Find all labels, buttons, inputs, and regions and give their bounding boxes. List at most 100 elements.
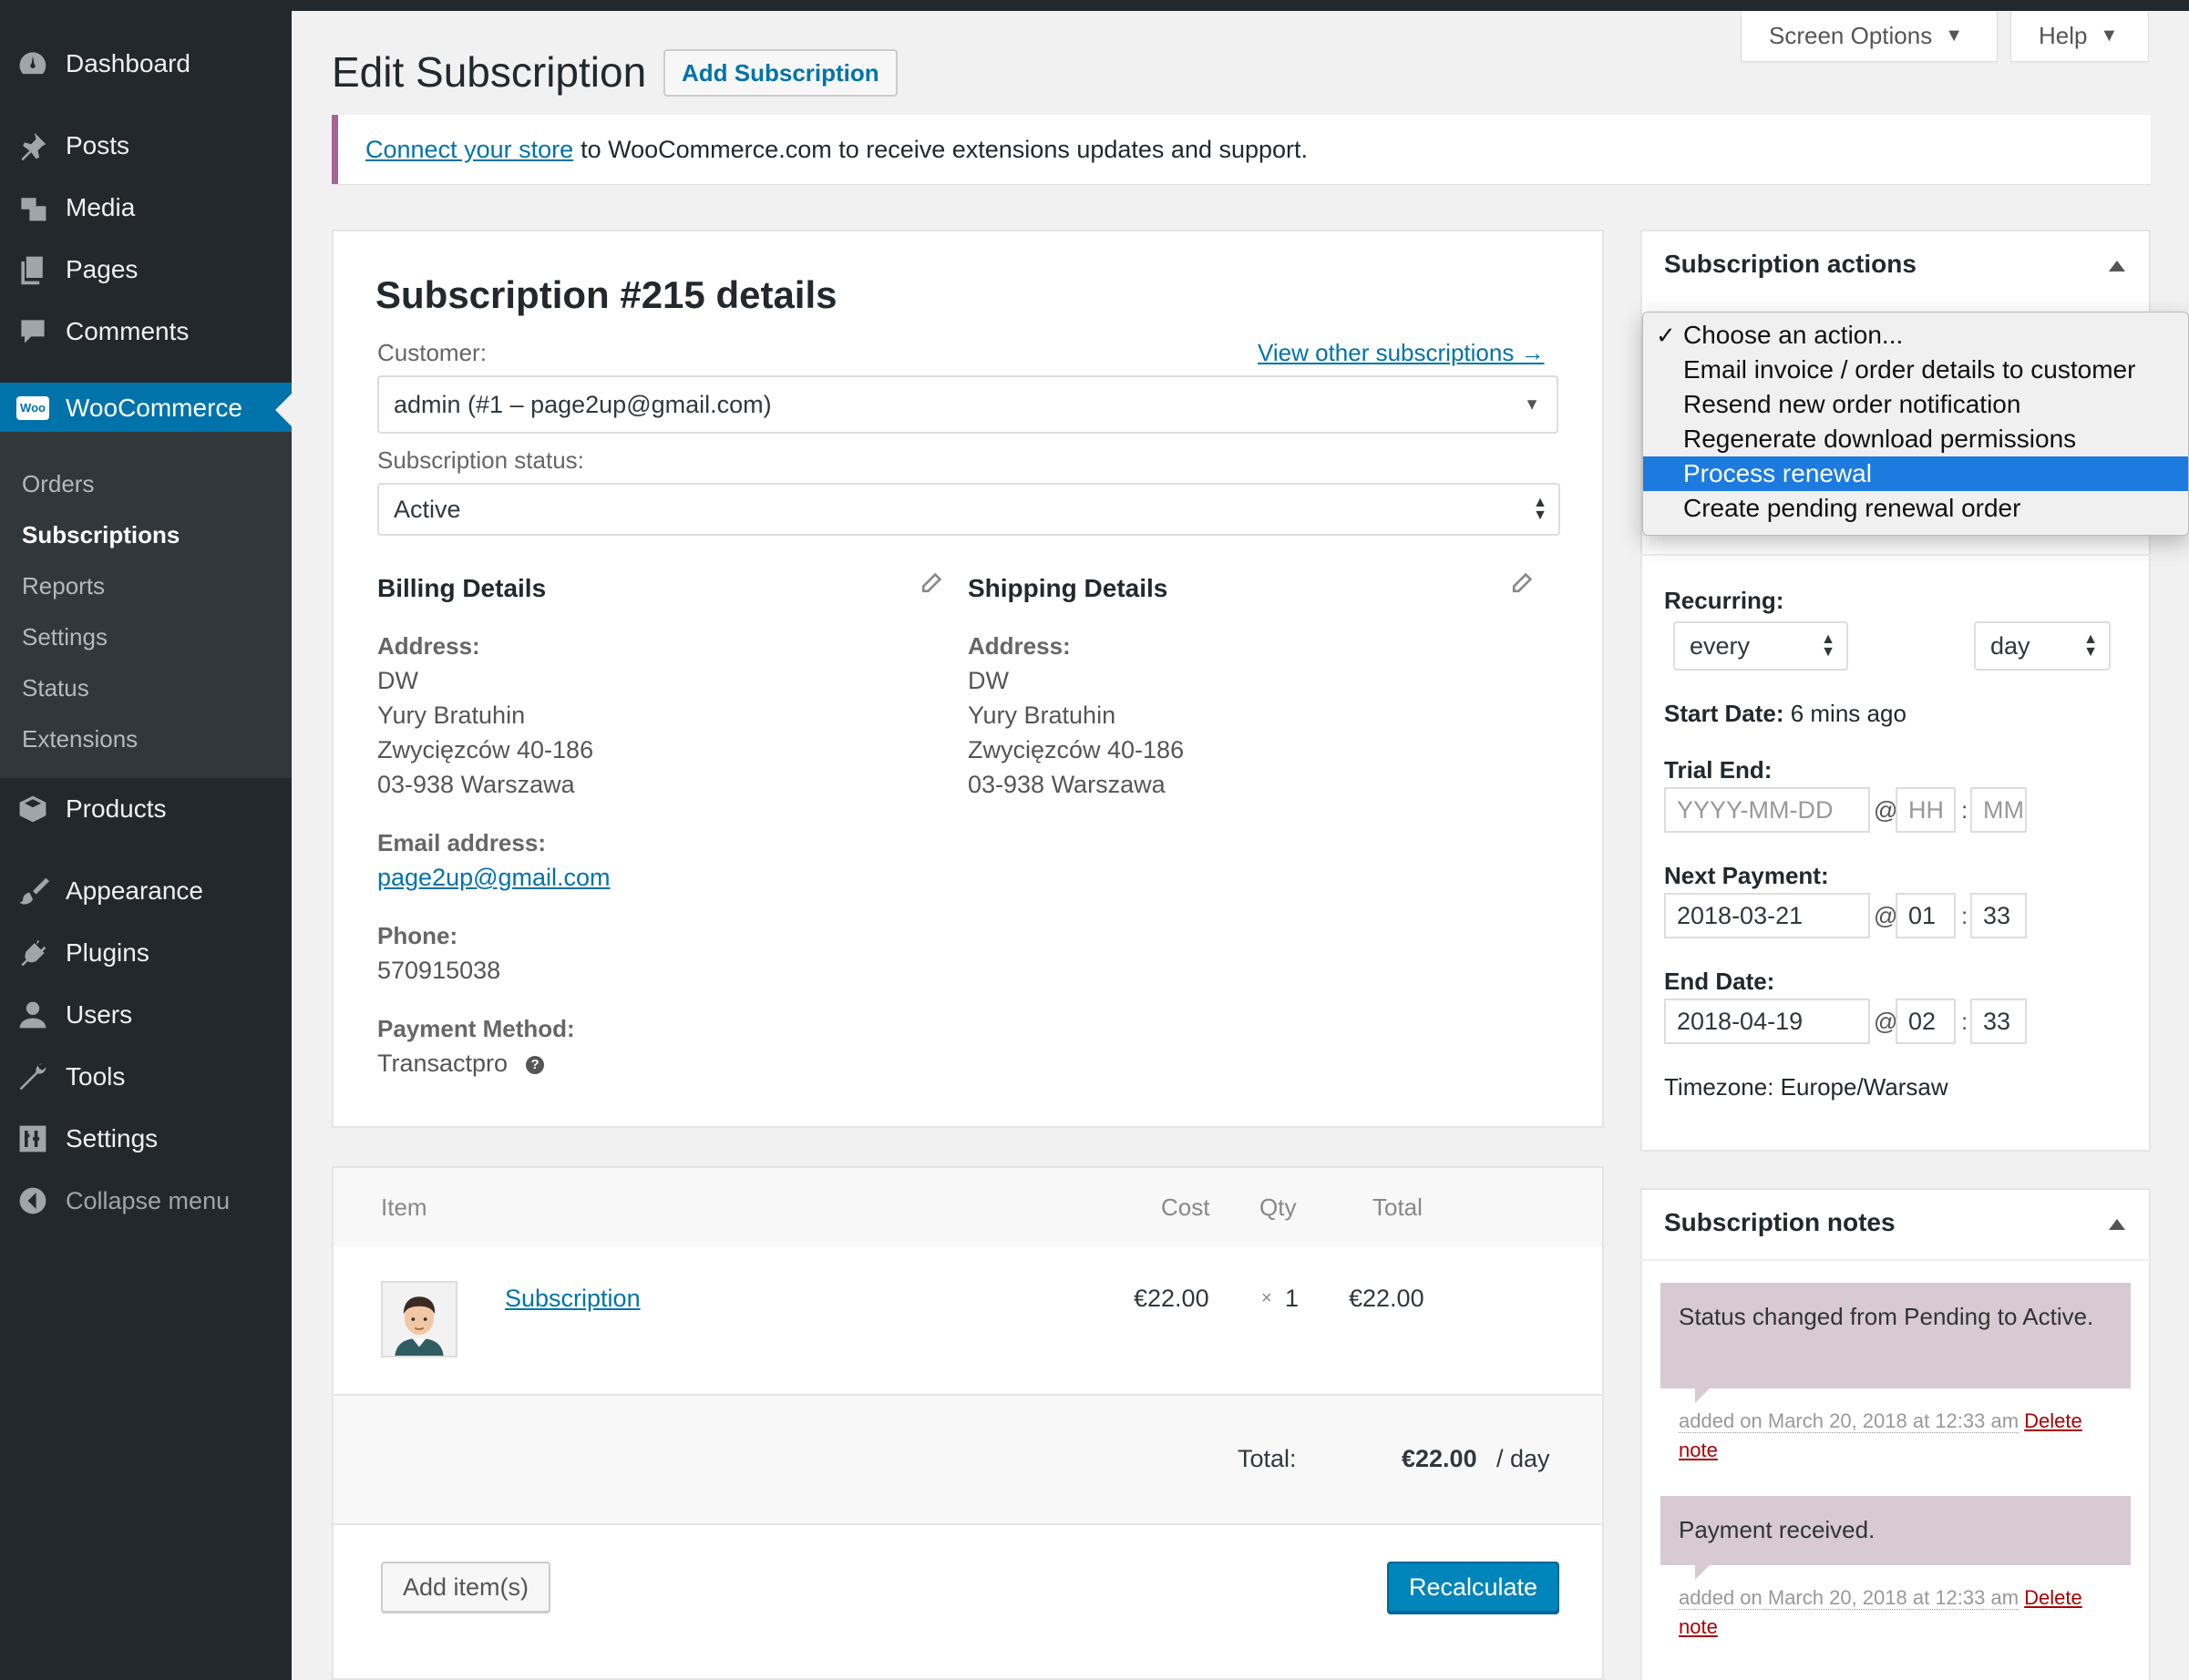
menu-pages[interactable]: Pages xyxy=(0,246,292,293)
billing-interval-value: every xyxy=(1690,631,1751,660)
note-meta: added on March 20, 2018 at 12:33 am Dele… xyxy=(1679,1583,2134,1642)
settings-sliders-icon xyxy=(0,1122,66,1155)
email-address-label: Email address: xyxy=(377,829,546,856)
connect-store-link[interactable]: Connect your store xyxy=(365,136,573,164)
edit-shipping-pencil-icon[interactable] xyxy=(1509,572,1533,596)
trial-end-label: Trial End: xyxy=(1664,756,1773,784)
collapse-menu-label: Collapse menu xyxy=(66,1186,231,1214)
timezone-text: Timezone: Europe/Warsaw xyxy=(1664,1073,1948,1101)
item-qty: 1 xyxy=(1285,1285,1300,1312)
edit-billing-pencil-icon[interactable] xyxy=(919,572,942,596)
current-menu-arrow xyxy=(275,394,292,426)
menu-plugins[interactable]: Plugins xyxy=(0,929,292,977)
caret-down-icon: ▼ xyxy=(1945,26,1964,46)
end-date-minute-input[interactable]: 33 xyxy=(1970,999,2027,1044)
start-date-row: Start Date: 6 mins ago xyxy=(1664,700,1906,728)
menu-comments-label: Comments xyxy=(66,317,190,345)
menu-posts[interactable]: Posts xyxy=(0,122,292,169)
help-button[interactable]: Help ▼ xyxy=(2010,11,2149,62)
comment-icon xyxy=(0,315,66,348)
collapse-arrow-icon xyxy=(0,1184,66,1217)
note-tail xyxy=(1695,1388,1710,1403)
trial-end-minute-input[interactable]: MM xyxy=(1970,787,2027,833)
note-timestamp: added on March 20, 2018 at 12:33 am xyxy=(1679,1409,2019,1433)
shipping-address-label: Address: xyxy=(968,632,1071,660)
qty-column-header: Qty xyxy=(1259,1193,1297,1221)
checkmark-icon: ✓ xyxy=(1656,321,1676,349)
submenu-extensions[interactable]: Extensions xyxy=(22,725,138,753)
billing-email-link[interactable]: page2up@gmail.com xyxy=(377,864,611,892)
avatar-image xyxy=(383,1283,456,1356)
billing-address-line: 03-938 Warszawa xyxy=(377,771,575,798)
billing-interval-select[interactable]: every ▲ ▼ xyxy=(1673,621,1848,671)
page-title: Edit Subscription xyxy=(332,48,647,96)
end-date-hour-input[interactable]: 02 xyxy=(1896,999,1956,1044)
action-option[interactable]: ✓ Choose an action... xyxy=(1643,318,2188,353)
menu-tools[interactable]: Tools xyxy=(0,1053,292,1101)
billing-address-line: Zwycięzców 40-186 xyxy=(377,736,594,763)
menu-products[interactable]: Products xyxy=(0,785,292,833)
subscription-item-link[interactable]: Subscription xyxy=(505,1285,641,1313)
menu-users[interactable]: Users xyxy=(0,991,292,1039)
delete-note-link[interactable]: Delete xyxy=(2024,1586,2082,1609)
menu-appearance[interactable]: Appearance xyxy=(0,867,292,915)
note-meta: added on March 20, 2018 at 12:33 am Dele… xyxy=(1679,1407,2134,1465)
submenu-status[interactable]: Status xyxy=(22,674,89,702)
screen-options-button[interactable]: Screen Options ▼ xyxy=(1741,11,1998,62)
action-option[interactable]: Resend new order notification xyxy=(1643,387,2188,422)
delete-note-link[interactable]: note xyxy=(1679,1615,1718,1638)
submenu-subscriptions[interactable]: Subscriptions xyxy=(22,521,180,549)
subscription-status-select[interactable]: Active ▲ ▼ xyxy=(377,483,1560,536)
updown-arrows-icon: ▲ ▼ xyxy=(1533,495,1547,523)
user-icon xyxy=(0,999,66,1031)
menu-comments[interactable]: Comments xyxy=(0,308,292,355)
notes-divider xyxy=(1640,1259,2151,1261)
billing-period-select[interactable]: day ▲ ▼ xyxy=(1974,621,2111,671)
next-payment-minute-input[interactable]: 33 xyxy=(1970,893,2027,938)
collapse-triangle-icon[interactable] xyxy=(2109,261,2125,271)
at-symbol: @ xyxy=(1874,902,1898,929)
next-payment-hour-input[interactable]: 01 xyxy=(1896,893,1956,938)
menu-settings[interactable]: Settings xyxy=(0,1115,292,1163)
submenu-settings[interactable]: Settings xyxy=(22,623,108,651)
payment-method-value: Transactpro xyxy=(377,1050,509,1077)
delete-note-link[interactable]: note xyxy=(1679,1439,1718,1461)
note-content: Status changed from Pending to Active. xyxy=(1660,1283,2131,1388)
delete-note-link[interactable]: Delete xyxy=(2024,1409,2082,1432)
collapse-triangle-icon[interactable] xyxy=(2109,1219,2125,1230)
menu-woocommerce-label: WooCommerce xyxy=(66,394,242,422)
woocommerce-icon: Woo xyxy=(0,396,66,420)
action-option[interactable]: Email invoice / order details to custome… xyxy=(1643,353,2188,387)
submenu-reports[interactable]: Reports xyxy=(22,572,105,600)
action-option[interactable]: Regenerate download permissions xyxy=(1643,422,2188,456)
customer-select[interactable]: admin (#1 – page2up@gmail.com) ▼ xyxy=(377,375,1558,434)
action-option-label: Choose an action... xyxy=(1683,321,1904,349)
collapse-menu-button[interactable]: Collapse menu xyxy=(0,1177,292,1224)
order-total-label: Total: xyxy=(1238,1445,1297,1472)
end-date-input[interactable]: 2018-04-19 xyxy=(1664,999,1870,1044)
recalculate-button[interactable]: Recalculate xyxy=(1387,1562,1560,1613)
menu-appearance-label: Appearance xyxy=(66,876,204,905)
menu-settings-label: Settings xyxy=(66,1124,159,1152)
start-date-value: 6 mins ago xyxy=(1790,700,1906,727)
trial-end-hour-input[interactable]: HH xyxy=(1896,787,1956,833)
action-option-highlighted[interactable]: Process renewal xyxy=(1643,456,2188,491)
trial-end-date-input[interactable]: YYYY-MM-DD xyxy=(1664,787,1870,833)
menu-dashboard[interactable]: Dashboard xyxy=(0,40,292,87)
help-tip-icon[interactable]: ? xyxy=(526,1055,545,1074)
view-other-subscriptions-link[interactable]: View other subscriptions → xyxy=(1258,339,1545,367)
add-items-button[interactable]: Add item(s) xyxy=(381,1562,551,1613)
action-option[interactable]: Create pending renewal order xyxy=(1643,491,2188,526)
menu-pages-label: Pages xyxy=(66,255,139,283)
menu-woocommerce[interactable]: Woo WooCommerce xyxy=(0,383,292,434)
time-colon: : xyxy=(1961,902,1968,929)
menu-media[interactable]: Media xyxy=(0,184,292,231)
order-total-value: €22.00 xyxy=(1402,1445,1477,1472)
submenu-orders[interactable]: Orders xyxy=(22,470,94,498)
updown-arrows-icon: ▲ ▼ xyxy=(1821,631,1835,660)
pages-icon xyxy=(0,253,66,286)
next-payment-date-input[interactable]: 2018-03-21 xyxy=(1664,893,1870,938)
add-subscription-button[interactable]: Add Subscription xyxy=(663,49,898,97)
shipping-address-line: Zwycięzców 40-186 xyxy=(968,736,1185,763)
recurring-label: Recurring: xyxy=(1664,587,1784,614)
